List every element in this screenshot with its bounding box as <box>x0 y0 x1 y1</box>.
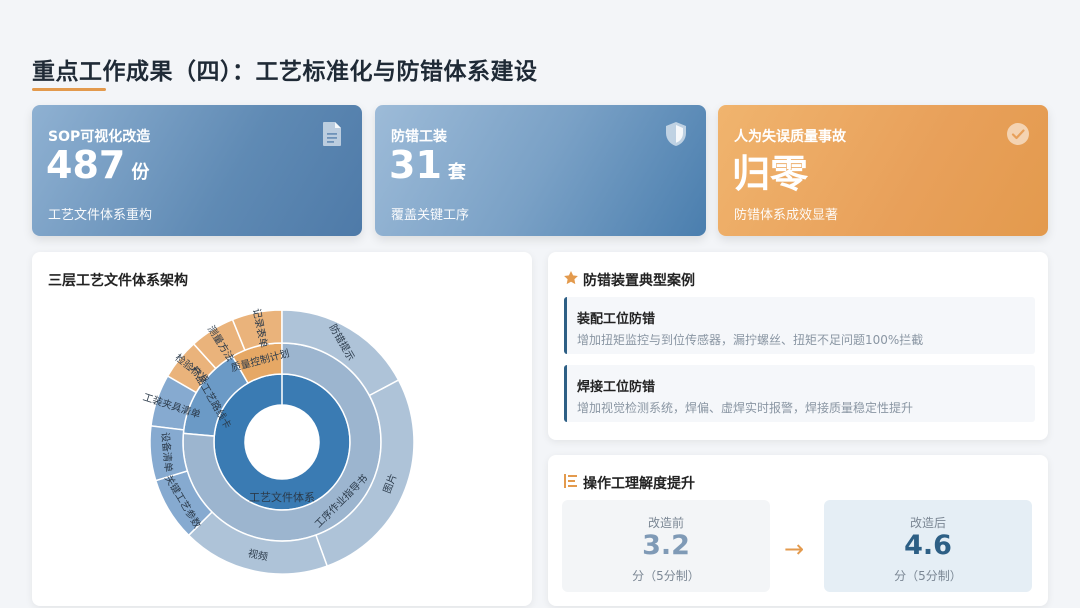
shield-icon <box>666 122 686 146</box>
kpi-number: 487 <box>46 143 126 187</box>
architecture-sunburst: 工艺文件体系产品工艺路线卡质量控制计划工序作业指导书工装夹具清单检验标准测量方法… <box>141 307 415 575</box>
case-description: 增加扭矩监控与到位传感器，漏拧螺丝、扭矩不足问题100%拦截 <box>577 333 924 347</box>
kpi-card-sop: SOP可视化改造 487 份 工艺文件体系重构 <box>32 105 362 236</box>
score-label: 改造后 <box>909 516 946 530</box>
score-label: 改造前 <box>647 516 684 530</box>
score-title: 操作工理解度提升 <box>583 476 695 492</box>
kpi-unit: 套 <box>447 162 466 183</box>
score-value: 4.6 <box>904 530 952 561</box>
architecture-panel: 三层工艺文件体系架构 工艺文件体系 产品工艺路线卡 质量控制计划 工序作业指导书 工装夹… <box>32 252 532 606</box>
title-underline <box>32 88 106 91</box>
star-icon <box>564 271 578 285</box>
cases-panel: 防错装置典型案例 装配工位防错 增加扭矩监控与到位传感器，漏拧螺丝、扭矩不足问题… <box>548 252 1048 440</box>
kpi-value: 归零 <box>732 143 814 198</box>
kpi-subtitle: 防错体系成效显著 <box>734 208 839 223</box>
score-before-card: 改造前 3.2 分（5分制） <box>562 500 770 592</box>
document-icon <box>323 122 341 146</box>
kpi-value: 31 套 <box>389 143 466 187</box>
page-title: 重点工作成果（四）：工艺标准化与防错体系建设 <box>32 59 538 85</box>
case-title: 装配工位防错 <box>577 312 656 327</box>
kpi-subtitle: 覆盖关键工序 <box>391 208 470 223</box>
case-card: 焊接工位防错 增加视觉检测系统，焊偏、虚焊实时报警，焊接质量稳定性提升 <box>564 365 1035 422</box>
score-panel: 操作工理解度提升 改造前 3.2 分（5分制） → 改造后 4.6 分（5分制） <box>548 455 1048 606</box>
list-ordered-icon <box>564 474 577 488</box>
sunburst-center-label: 工艺文件体系 <box>249 490 315 504</box>
case-card: 装配工位防错 增加扭矩监控与到位传感器，漏拧螺丝、扭矩不足问题100%拦截 <box>564 297 1035 354</box>
arrow-right-icon: → <box>784 535 805 563</box>
kpi-number: 31 <box>389 143 442 187</box>
kpi-card-accidents: 人为失误质量事故 归零 防错体系成效显著 <box>718 105 1048 236</box>
kpi-number: 归零 <box>732 152 809 196</box>
kpi-subtitle: 工艺文件体系重构 <box>48 208 153 223</box>
cases-title: 防错装置典型案例 <box>583 273 695 289</box>
kpi-card-fixtures: 防错工装 31 套 覆盖关键工序 <box>375 105 706 236</box>
case-title: 焊接工位防错 <box>577 380 656 395</box>
score-unit: 分（5分制） <box>632 569 700 583</box>
check-circle-icon <box>1007 123 1029 145</box>
case-description: 增加视觉检测系统，焊偏、虚焊实时报警，焊接质量稳定性提升 <box>577 401 914 415</box>
kpi-unit: 份 <box>131 162 150 183</box>
kpi-value: 487 份 <box>46 143 149 187</box>
score-unit: 分（5分制） <box>894 569 962 583</box>
score-after-card: 改造后 4.6 分（5分制） <box>824 500 1032 592</box>
score-value: 3.2 <box>642 530 690 561</box>
